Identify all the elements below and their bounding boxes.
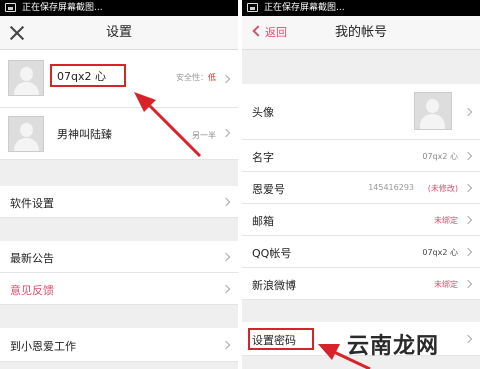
screenshot: 正在保存屏幕截图... 设置 07qx2 心 安全性： 低 男神叫陆臻 另一半 …: [0, 0, 480, 369]
annotation-arrow: [318, 344, 371, 369]
settings-screen: 正在保存屏幕截图... 设置 07qx2 心 安全性： 低 男神叫陆臻 另一半 …: [0, 0, 238, 369]
my-account-screen: 正在保存屏幕截图... 返回 我的帐号 头像 名字 07qx2 心 恩爱号 14…: [242, 0, 480, 369]
annotation-arrow: [134, 92, 202, 158]
watermark: 云南龙网: [347, 334, 440, 359]
